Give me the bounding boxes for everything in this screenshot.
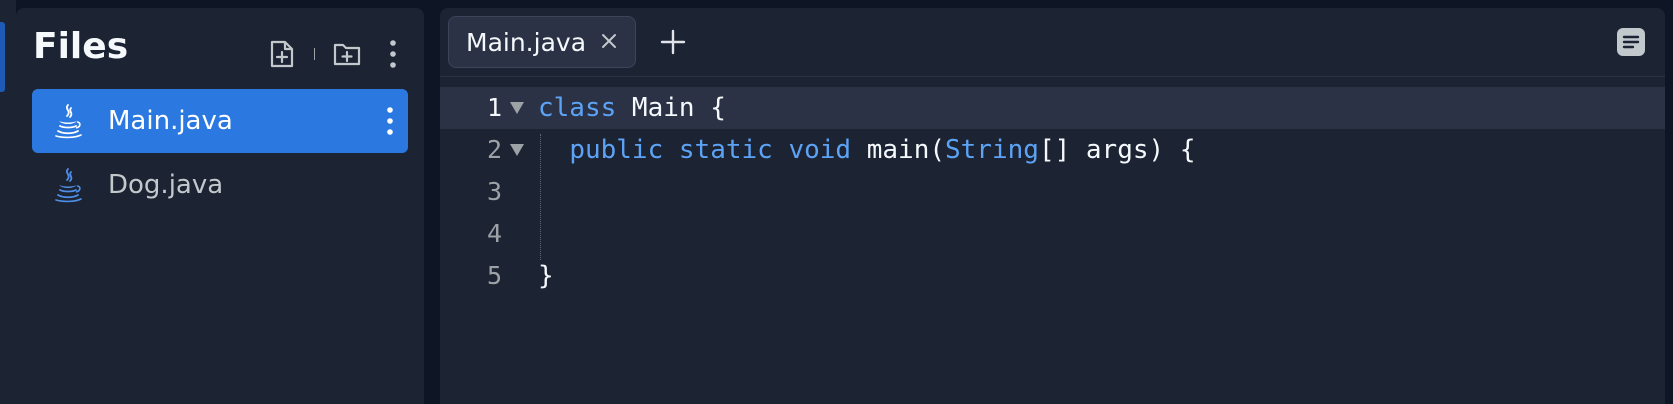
indent-guide [540, 134, 541, 260]
file-name: Dog.java [108, 170, 224, 200]
tab-main-java[interactable]: Main.java [448, 16, 636, 68]
action-separator [314, 48, 315, 60]
code-line-2[interactable]: 2 public static void main(String[] args)… [440, 129, 1665, 171]
list-icon[interactable] [1615, 26, 1647, 58]
code-text: } [538, 261, 554, 291]
editor-tab-bar: Main.java [440, 8, 1665, 77]
fold-arrow-icon[interactable] [510, 143, 524, 157]
files-panel: Files Main.java Dog.java [16, 8, 424, 404]
code-text: class Main { [538, 93, 726, 123]
new-folder-button[interactable] [329, 36, 365, 72]
files-actions [264, 34, 411, 74]
code-line-5[interactable]: 5 } [440, 255, 1665, 297]
file-options-button[interactable] [384, 103, 396, 139]
line-number: 3 [486, 177, 502, 206]
files-more-button[interactable] [375, 36, 411, 72]
file-item-dog-java[interactable]: Dog.java [32, 153, 408, 217]
code-line-4[interactable]: 4 [440, 213, 1665, 255]
code-line-3[interactable]: 3 [440, 171, 1665, 213]
java-icon [48, 101, 88, 141]
kebab-icon [390, 40, 396, 68]
folder-plus-icon [333, 43, 361, 66]
line-number: 5 [486, 261, 502, 290]
files-title: Files [33, 26, 129, 67]
file-list: Main.java Dog.java [32, 89, 408, 217]
activity-bar [0, 0, 16, 404]
code-editor: Main.java 1 class Main { 2 public static… [440, 8, 1665, 404]
kebab-icon [387, 107, 393, 135]
code-area[interactable]: 1 class Main { 2 public static void main… [440, 87, 1665, 297]
tab-label: Main.java [466, 27, 587, 57]
code-text: public static void main(String[] args) { [569, 135, 1196, 165]
line-number: 1 [486, 93, 502, 122]
line-number: 2 [486, 135, 502, 164]
active-indicator [0, 22, 5, 92]
file-plus-icon [270, 40, 294, 68]
fold-arrow-icon[interactable] [510, 101, 524, 115]
code-line-1[interactable]: 1 class Main { [440, 87, 1665, 129]
file-name: Main.java [108, 106, 233, 136]
java-icon [48, 165, 88, 205]
line-number: 4 [486, 219, 502, 248]
close-icon[interactable] [599, 31, 619, 51]
plus-icon[interactable] [656, 25, 690, 59]
new-file-button[interactable] [264, 36, 300, 72]
file-item-main-java[interactable]: Main.java [32, 89, 408, 153]
